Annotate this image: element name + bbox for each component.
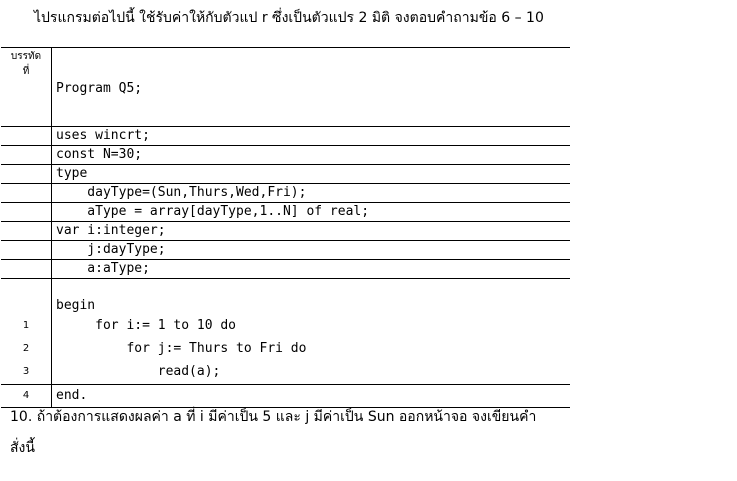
code-row: const N=30; bbox=[1, 145, 570, 165]
code-line: j:dayType; bbox=[51, 240, 570, 260]
line-number bbox=[1, 240, 52, 260]
line-number: 3 bbox=[22, 366, 30, 377]
program-header-cell: Program Q5; bbox=[51, 47, 570, 127]
code-line: for i:= 1 to 10 do bbox=[56, 318, 237, 333]
code-line: dayType=(Sun,Thurs,Wed,Fri); bbox=[51, 183, 570, 203]
line-number-header-label-1: บรรทัด bbox=[10, 51, 42, 62]
code-row: type bbox=[1, 164, 570, 184]
line-number: 4 bbox=[1, 384, 52, 408]
code-line: a:aType; bbox=[51, 259, 570, 279]
code-row: j:dayType; bbox=[1, 240, 570, 260]
line-number bbox=[1, 145, 52, 165]
code-block-row: 1 2 3 begin for i:= 1 to 10 do for j:= T… bbox=[1, 278, 570, 385]
code-line: var i:integer; bbox=[51, 221, 570, 241]
code-line: begin bbox=[56, 298, 96, 313]
code-line: type bbox=[51, 164, 570, 184]
line-number bbox=[1, 164, 52, 184]
code-table: บรรทัด ที่ Program Q5; uses wincrt; cons… bbox=[1, 47, 570, 408]
table-header-row: บรรทัด ที่ Program Q5; bbox=[1, 47, 570, 127]
line-number-header: บรรทัด ที่ bbox=[1, 47, 52, 127]
line-number bbox=[1, 259, 52, 279]
code-line: end. bbox=[51, 384, 570, 408]
code-line: const N=30; bbox=[51, 145, 570, 165]
question-10-line-2: สั่งนี้ bbox=[10, 440, 35, 456]
line-number: 2 bbox=[22, 343, 30, 354]
line-number-header-label-2: ที่ bbox=[22, 66, 30, 77]
code-row: aType = array[dayType,1..N] of real; bbox=[1, 202, 570, 222]
code-row: var i:integer; bbox=[1, 221, 570, 241]
line-number bbox=[1, 183, 52, 203]
code-line: for j:= Thurs to Fri do bbox=[56, 341, 307, 356]
code-row: uses wincrt; bbox=[1, 126, 570, 146]
code-row: dayType=(Sun,Thurs,Wed,Fri); bbox=[1, 183, 570, 203]
code-row: a:aType; bbox=[1, 259, 570, 279]
line-number bbox=[1, 221, 52, 241]
line-number bbox=[1, 126, 52, 146]
code-line: aType = array[dayType,1..N] of real; bbox=[51, 202, 570, 222]
code-row-last: 4 end. bbox=[1, 384, 570, 408]
intro-text: ไปรแกรมต่อไปนี้ ใช้รับค่าให้กับตัวแป r ซ… bbox=[34, 10, 544, 26]
block-line-numbers: 1 2 3 bbox=[1, 278, 52, 385]
line-number bbox=[1, 202, 52, 222]
line-number: 1 bbox=[22, 320, 30, 331]
code-line: read(a); bbox=[56, 364, 221, 379]
code-line: uses wincrt; bbox=[51, 126, 570, 146]
block-code: begin for i:= 1 to 10 do for j:= Thurs t… bbox=[51, 278, 570, 385]
program-header: Program Q5; bbox=[56, 81, 143, 96]
question-10-line-1: 10. ถ้าต้องการแสดงผลค่า a ที่ i มีค่าเป็… bbox=[10, 409, 537, 425]
